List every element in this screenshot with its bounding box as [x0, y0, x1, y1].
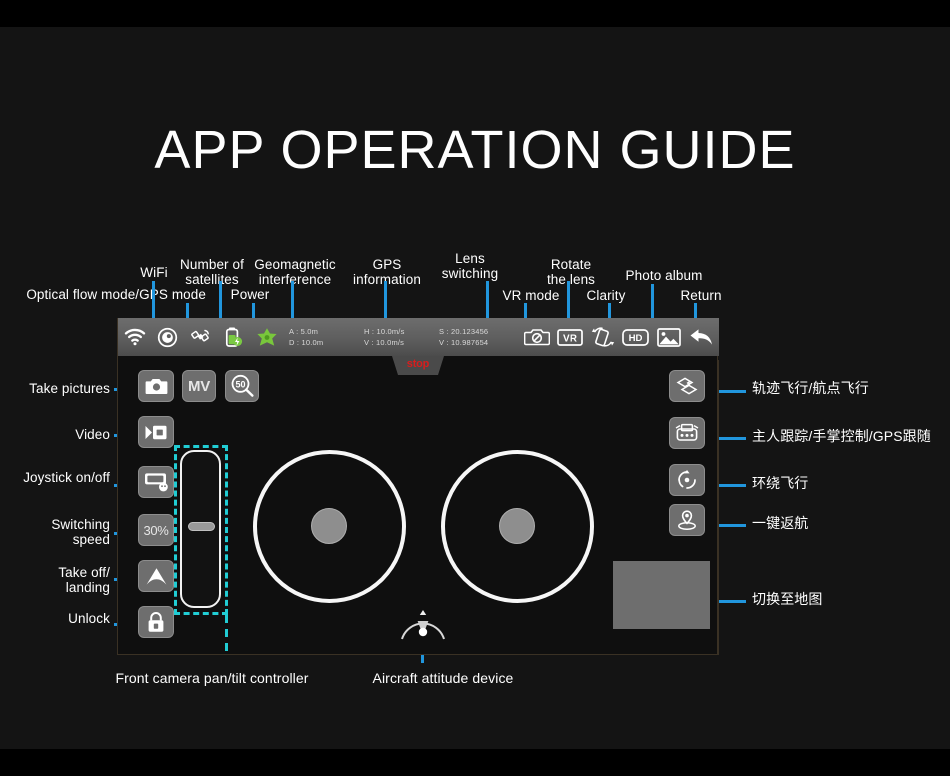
battery-icon[interactable] [217, 318, 250, 356]
hd-icon[interactable]: HD [619, 318, 652, 356]
annotation-geomagnetic-interference: Geomagnetic interference [254, 257, 336, 287]
takeoff-landing-button[interactable] [138, 560, 174, 592]
panel-rail-right [718, 360, 719, 655]
wifi-icon[interactable] [118, 318, 151, 356]
follow-me-button[interactable] [669, 417, 705, 449]
leader-satellites [219, 281, 222, 318]
switch-to-map-thumbnail[interactable] [613, 561, 710, 629]
video-camera-icon [144, 424, 168, 441]
switching-speed-button[interactable]: 30% [138, 514, 174, 546]
return-arrow-icon[interactable] [685, 318, 718, 356]
leader-lens-switching [486, 281, 489, 318]
mv-label: MV [188, 377, 210, 395]
leader-clarity [608, 303, 611, 318]
svg-text:50: 50 [235, 379, 245, 389]
front-camera-pantilt-slider[interactable] [180, 450, 221, 608]
leader-geomagnetic [291, 281, 294, 318]
annotation-optical-flow-gps-mode: Optical flow mode/GPS mode [26, 287, 206, 302]
follow-me-icon [675, 423, 699, 443]
telemetry-readout: A : 5.0m D : 10.0m H : 10.0m/s V : 10.0m… [283, 326, 520, 348]
annotation-take-pictures: Take pictures [29, 381, 110, 396]
annotation-gps-information: GPS information [353, 257, 421, 287]
leader-return [694, 303, 697, 318]
annotation-follow-me: 主人跟踪/手掌控制/GPS跟随 [752, 428, 931, 444]
speed-percent-label: 30% [143, 522, 169, 538]
telemetry-h: H : 10.0m/s [364, 327, 405, 336]
annotation-waypoint-flight: 轨迹飞行/航点飞行 [752, 380, 869, 396]
pantilt-highlight-drop [225, 615, 228, 655]
annotation-switch-to-map: 切换至地图 [752, 591, 823, 607]
emergency-stop-label: stop [406, 358, 430, 370]
annotation-take-off-landing: Take off/ landing [58, 565, 110, 595]
annotation-return-home: 一键返航 [752, 515, 809, 531]
left-joystick[interactable] [253, 450, 406, 603]
takeoff-landing-icon [145, 567, 168, 586]
right-joystick[interactable] [441, 450, 594, 603]
status-bar: A : 5.0m D : 10.0m H : 10.0m/s V : 10.0m… [118, 318, 719, 356]
camera-icon [145, 377, 168, 395]
annotation-power: Power [230, 287, 270, 302]
svg-text:HD: HD [629, 333, 643, 344]
return-home-button[interactable] [669, 504, 705, 536]
leader-optical-flow [186, 303, 189, 318]
satellite-icon[interactable] [184, 318, 217, 356]
leader-power [252, 303, 255, 318]
vr-icon[interactable]: VR [553, 318, 586, 356]
joystick-toggle-button[interactable] [138, 466, 174, 498]
annotation-photo-album: Photo album [625, 268, 703, 283]
telemetry-d: D : 10.0m [289, 338, 324, 347]
return-home-icon [676, 509, 698, 531]
lock-icon [147, 611, 165, 633]
leader-vr-mode [524, 303, 527, 318]
leader-rotate-lens [567, 281, 570, 318]
compass-interference-icon[interactable] [250, 318, 283, 356]
telemetry-column-speed: H : 10.0m/s V : 10.0m/s [364, 326, 439, 348]
video-button[interactable] [138, 416, 174, 448]
screenshot-root: APP OPERATION GUIDE Optical flow mode/GP… [0, 0, 950, 776]
telemetry-column-altitude: A : 5.0m D : 10.0m [289, 326, 364, 348]
aircraft-attitude-device[interactable] [396, 595, 450, 645]
leader-wifi [152, 281, 155, 318]
orbit-flight-icon [676, 469, 698, 491]
mv-button[interactable]: MV [182, 370, 216, 402]
telemetry-s: S : 20.123456 [439, 327, 489, 336]
telemetry-v2: V : 10.987654 [439, 338, 489, 347]
telemetry-a: A : 5.0m [289, 327, 319, 336]
pantilt-slider-handle[interactable] [188, 522, 215, 531]
annotation-switching-speed: Switching speed [51, 517, 110, 547]
annotation-clarity: Clarity [586, 288, 626, 303]
zoom-button[interactable]: 50 [225, 370, 259, 402]
annotation-lens-switching: Lens switching [441, 251, 499, 281]
leader-photo-album [651, 284, 654, 318]
annotation-vr-mode: VR mode [502, 288, 560, 303]
rotate-lens-icon[interactable] [586, 318, 619, 356]
annotation-return: Return [680, 288, 722, 303]
joystick-toggle-icon [144, 472, 169, 492]
telemetry-column-coords: S : 20.123456 V : 10.987654 [439, 326, 514, 348]
right-joystick-knob[interactable] [499, 508, 535, 544]
zoom-magnifier-icon: 50 [230, 374, 255, 398]
telemetry-v: V : 10.0m/s [364, 338, 405, 347]
page-title: APP OPERATION GUIDE [154, 120, 796, 180]
waypoint-flight-icon [676, 376, 698, 396]
annotation-video: Video [75, 427, 110, 442]
photo-album-icon[interactable] [652, 318, 685, 356]
orbit-flight-button[interactable] [669, 464, 705, 496]
annotation-unlock: Unlock [68, 611, 110, 626]
app-screen: A : 5.0m D : 10.0m H : 10.0m/s V : 10.0m… [117, 318, 719, 655]
annotation-aircraft-attitude-device: Aircraft attitude device [372, 670, 514, 686]
lens-switch-icon[interactable] [520, 318, 553, 356]
leader-gps-information [384, 281, 387, 318]
take-pictures-button[interactable] [138, 370, 174, 402]
left-joystick-knob[interactable] [311, 508, 347, 544]
annotation-joystick-on-off: Joystick on/off [23, 470, 110, 485]
unlock-button[interactable] [138, 606, 174, 638]
annotation-orbit-flight: 环绕飞行 [752, 475, 809, 491]
annotation-rotate-the-lens: Rotate the lens [546, 257, 596, 287]
annotation-front-camera-pantilt: Front camera pan/tilt controller [115, 670, 309, 686]
waypoint-flight-button[interactable] [669, 370, 705, 402]
optical-flow-gps-mode-icon[interactable] [151, 318, 184, 356]
